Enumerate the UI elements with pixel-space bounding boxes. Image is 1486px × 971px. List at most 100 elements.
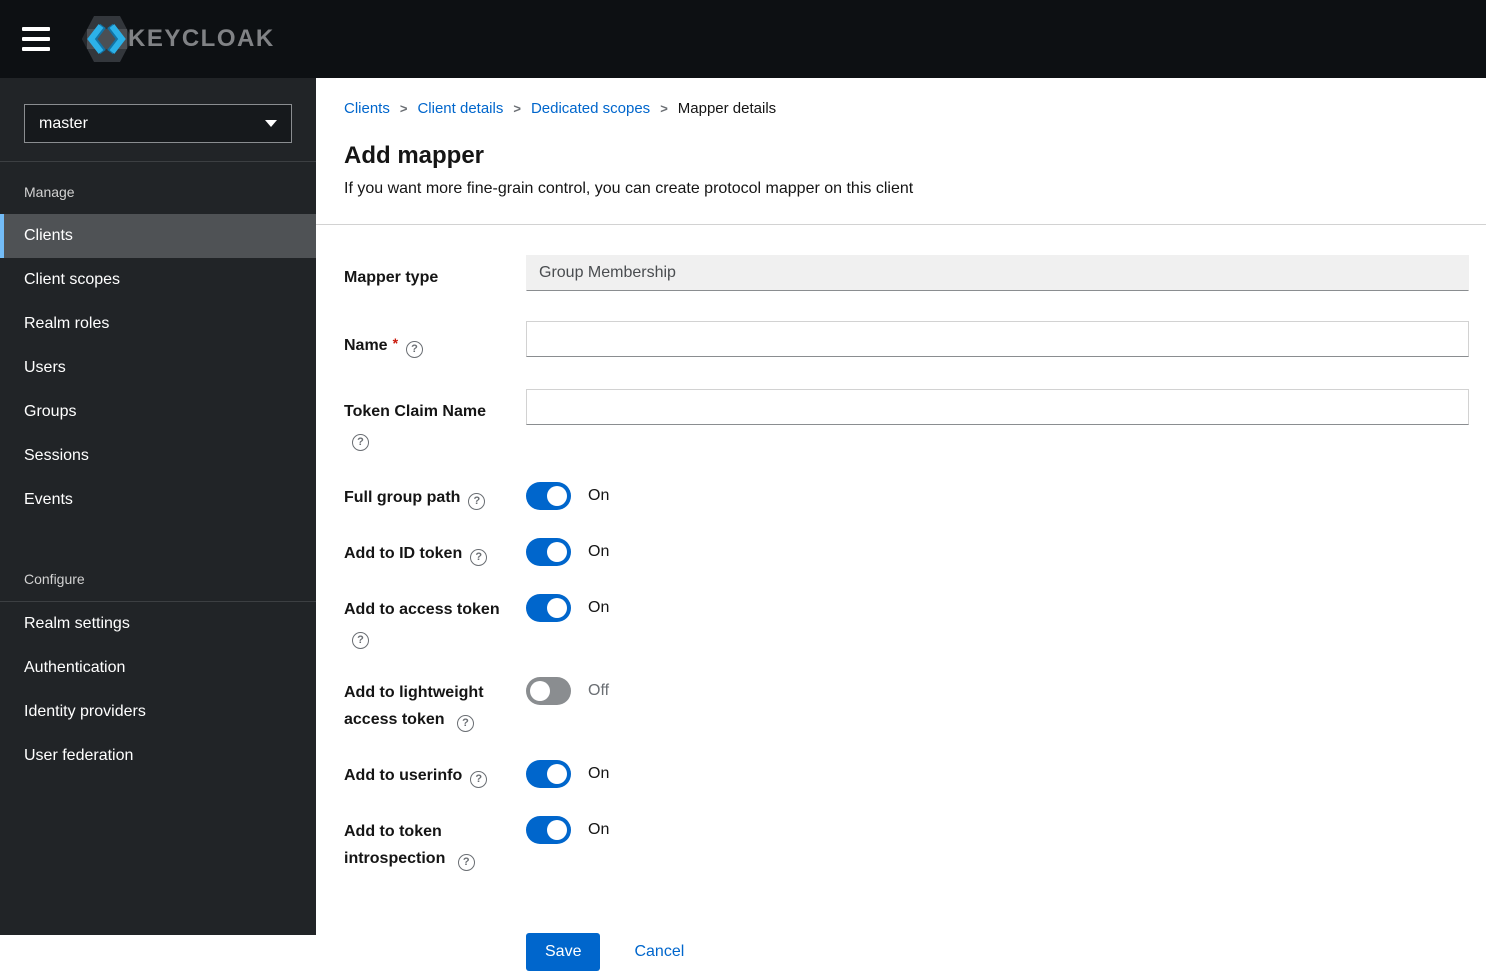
breadcrumb-client-details[interactable]: Client details [417, 101, 503, 117]
nav-group-label-configure: Configure [0, 522, 316, 602]
add-to-lightweight-access-token-row: Add to lightweight access token ? Off [344, 677, 1469, 733]
sidebar: master Manage Clients Client scopes Real… [0, 78, 316, 935]
add-to-access-token-label: Add to access token [344, 601, 500, 618]
realm-selector[interactable]: master [24, 104, 292, 143]
sidebar-item-realm-settings[interactable]: Realm settings [0, 602, 316, 646]
toggle-knob [547, 486, 567, 506]
realm-selector-container: master [0, 78, 316, 162]
full-group-path-label-cell: Full group path? [344, 482, 526, 511]
sidebar-item-groups[interactable]: Groups [0, 390, 316, 434]
full-group-path-state: On [588, 487, 610, 504]
page-subtitle: If you want more fine-grain control, you… [344, 180, 914, 197]
token-claim-name-help-icon[interactable]: ? [352, 434, 369, 451]
sidebar-item-sessions[interactable]: Sessions [0, 434, 316, 478]
add-to-access-token-toggle[interactable] [526, 594, 571, 622]
save-button[interactable]: Save [526, 933, 601, 971]
add-to-userinfo-row: Add to userinfo? On [344, 760, 1469, 789]
add-to-userinfo-toggle[interactable] [526, 760, 571, 788]
breadcrumb-clients[interactable]: Clients [344, 101, 390, 117]
name-input-cell [526, 321, 1469, 359]
add-to-token-introspection-row: Add to token introspection ? On [344, 816, 1469, 872]
masthead: KEYCLOAK [0, 0, 1486, 78]
sidebar-item-realm-roles[interactable]: Realm roles [0, 302, 316, 346]
add-to-userinfo-help-icon[interactable]: ? [470, 771, 488, 788]
add-to-token-introspection-label: Add to token introspection [344, 823, 446, 867]
add-to-id-token-toggle[interactable] [526, 538, 571, 566]
realm-selector-value: master [39, 114, 88, 132]
chevron-right-icon: > [399, 101, 408, 116]
add-to-access-token-row: Add to access token ? On [344, 594, 1469, 650]
add-to-token-introspection-toggle[interactable] [526, 816, 571, 844]
sidebar-item-client-scopes[interactable]: Client scopes [0, 258, 316, 302]
keycloak-hexagon-icon [82, 16, 132, 62]
cancel-button[interactable]: Cancel [634, 943, 684, 961]
name-input[interactable] [526, 321, 1469, 357]
toggle-knob [547, 542, 567, 562]
sidebar-item-events[interactable]: Events [0, 478, 316, 522]
mapper-type-row: Mapper type [344, 255, 1469, 291]
breadcrumb: Clients > Client details > Dedicated sco… [344, 101, 1458, 117]
add-to-id-token-help-icon[interactable]: ? [470, 549, 488, 566]
breadcrumb-mapper-details: Mapper details [677, 100, 777, 117]
nav-group-label-manage: Manage [24, 184, 75, 200]
sidebar-item-clients[interactable]: Clients [0, 214, 316, 258]
add-to-id-token-state: On [588, 543, 610, 560]
add-to-id-token-switch-cell: On [526, 538, 1469, 567]
mapper-type-label: Mapper type [344, 269, 439, 286]
app-root: KEYCLOAK master Manage Clients Client sc… [0, 0, 1486, 971]
toggle-knob [547, 820, 567, 840]
page-title: Add mapper [344, 142, 485, 169]
add-to-access-token-switch-cell: On [526, 594, 1469, 650]
hamburger-menu-icon[interactable] [22, 27, 50, 51]
full-group-path-label: Full group path [344, 489, 461, 506]
sidebar-item-authentication[interactable]: Authentication [0, 646, 316, 690]
chevron-down-icon [265, 120, 277, 127]
add-to-userinfo-switch-cell: On [526, 760, 1469, 789]
mapper-type-label-cell: Mapper type [344, 255, 526, 291]
add-to-lightweight-access-token-help-icon[interactable]: ? [456, 715, 474, 732]
sidebar-nav: Manage Clients Client scopes Realm roles… [0, 162, 316, 778]
mapper-form: Mapper type Name*? Token Claim Name? [316, 225, 1486, 971]
actions-spacer [344, 933, 526, 971]
full-group-path-help-icon[interactable]: ? [468, 493, 486, 510]
sidebar-item-user-federation[interactable]: User federation [0, 734, 316, 778]
form-actions-row: Save Cancel [344, 933, 1469, 971]
add-to-id-token-label: Add to ID token [344, 545, 463, 562]
name-help-icon[interactable]: ? [406, 341, 424, 358]
add-to-userinfo-label-cell: Add to userinfo? [344, 760, 526, 789]
form-actions: Save Cancel [526, 933, 1469, 971]
token-claim-name-label: Token Claim Name [344, 403, 486, 420]
add-to-access-token-help-icon[interactable]: ? [352, 632, 369, 649]
sidebar-item-identity-providers[interactable]: Identity providers [0, 690, 316, 734]
add-to-token-introspection-switch-cell: On [526, 816, 1469, 872]
toggle-knob [547, 598, 567, 618]
keycloak-logo[interactable]: KEYCLOAK [82, 12, 275, 66]
add-to-lightweight-access-token-toggle[interactable] [526, 677, 571, 705]
main-content: Clients > Client details > Dedicated sco… [316, 78, 1486, 971]
add-to-access-token-state: On [588, 599, 610, 616]
toggle-knob [530, 681, 550, 701]
name-row: Name *? [344, 321, 1469, 359]
add-to-token-introspection-label-cell: Add to token introspection ? [344, 816, 526, 872]
full-group-path-toggle[interactable] [526, 482, 571, 510]
add-to-id-token-row: Add to ID token? On [344, 538, 1469, 567]
breadcrumb-dedicated-scopes[interactable]: Dedicated scopes [531, 101, 650, 117]
sidebar-item-users[interactable]: Users [0, 346, 316, 390]
required-asterisk: * [392, 335, 399, 351]
add-to-token-introspection-help-icon[interactable]: ? [457, 854, 475, 871]
page-header: Clients > Client details > Dedicated sco… [316, 78, 1486, 225]
name-label-cell: Name *? [344, 321, 526, 359]
full-group-path-row: Full group path? On [344, 482, 1469, 511]
token-claim-name-input-cell [526, 389, 1469, 452]
name-label: Name [344, 337, 388, 354]
add-to-userinfo-label: Add to userinfo [344, 767, 463, 784]
chevron-right-icon: > [660, 101, 668, 116]
full-group-path-switch-cell: On [526, 482, 1469, 511]
add-to-lightweight-access-token-label-cell: Add to lightweight access token ? [344, 677, 526, 733]
token-claim-name-row: Token Claim Name? [344, 389, 1469, 452]
add-to-access-token-label-cell: Add to access token ? [344, 594, 526, 650]
add-to-userinfo-state: On [588, 765, 610, 782]
add-to-lightweight-access-token-state: Off [588, 682, 610, 699]
chevron-right-icon: > [513, 101, 521, 116]
token-claim-name-input[interactable] [526, 389, 1469, 425]
